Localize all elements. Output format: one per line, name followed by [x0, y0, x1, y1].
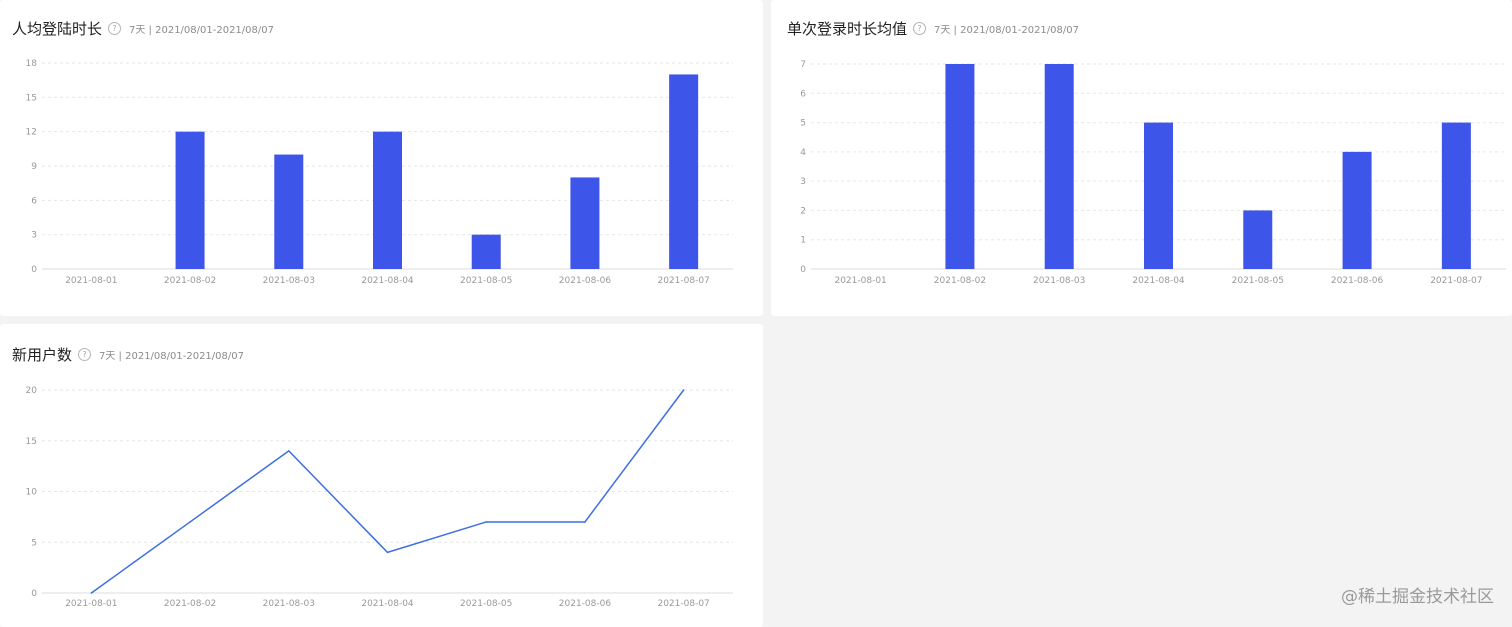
y-tick-label: 6 [31, 196, 37, 206]
chart-card-avg-login-duration: 人均登陆时长 ? 7天 | 2021/08/01-2021/08/07 0369… [0, 0, 763, 316]
y-tick-label: 0 [31, 265, 37, 275]
bar [373, 131, 402, 269]
bar [1342, 151, 1372, 269]
x-tick-label: 2021-08-03 [263, 276, 315, 286]
bar-chart: 0 3 6 9 12 15 18 2021-08-01 2021-08-02 2021-08-03… [26, 59, 733, 286]
x-tick-label: 2021-08-05 [460, 599, 512, 609]
y-tick-label: 3 [800, 177, 806, 187]
bar [1044, 64, 1074, 269]
bar [1144, 122, 1173, 269]
y-tick-label: 5 [31, 538, 37, 548]
y-tick-label: 6 [800, 89, 806, 99]
chart-card-new-users: 新用户数 ? 7天 | 2021/08/01-2021/08/07 0 5 10 15… [0, 324, 763, 627]
chart-card-avg-session-duration: 单次登录时长均值 ? 7天 | 2021/08/01-2021/08/07 01… [771, 0, 1512, 316]
y-tick-label: 0 [800, 265, 806, 275]
data-point [90, 592, 93, 594]
data-point [189, 521, 191, 523]
bar [1441, 122, 1471, 269]
x-tick-label: 2021-08-01 [834, 276, 886, 286]
y-tick-label: 15 [26, 437, 37, 447]
y-tick-label: 20 [26, 386, 38, 396]
x-tick-label: 2021-08-01 [65, 276, 117, 286]
y-tick-label: 0 [31, 589, 37, 599]
x-tick-label: 2021-08-04 [361, 599, 414, 609]
x-tick-label: 2021-08-02 [164, 599, 216, 609]
y-tick-label: 5 [800, 119, 806, 129]
x-tick-label: 2021-08-06 [559, 599, 612, 609]
x-tick-label: 2021-08-04 [1132, 276, 1185, 286]
x-tick-label: 2021-08-07 [1430, 276, 1482, 286]
x-tick-label: 2021-08-02 [164, 276, 216, 286]
bar [669, 74, 699, 269]
bar [274, 154, 304, 269]
y-tick-label: 4 [800, 148, 806, 158]
bar [945, 64, 975, 269]
line-chart: 0 5 10 15 20 2021-08-01 2021-08-02 2021-08-03 20… [26, 386, 733, 609]
bar [1243, 210, 1273, 269]
x-tick-label: 2021-08-04 [361, 276, 414, 286]
data-point [287, 450, 290, 452]
watermark: @稀土掘金技术社区 [1341, 587, 1494, 607]
y-tick-label: 18 [26, 59, 38, 69]
x-tick-label: 2021-08-07 [657, 599, 709, 609]
y-tick-label: 3 [31, 231, 37, 241]
x-tick-label: 2021-08-01 [65, 599, 117, 609]
bar [175, 131, 205, 269]
data-point [386, 551, 389, 554]
x-tick-label: 2021-08-06 [559, 276, 612, 286]
data-point [485, 521, 488, 523]
x-tick-label: 2021-08-02 [934, 276, 986, 286]
y-tick-label: 1 [800, 236, 806, 246]
x-tick-label: 2021-08-05 [1232, 276, 1284, 286]
bar-chart: 0 1 2 3 4 5 6 7 2021-08-01 2021-08-02 2021-08-03 20… [800, 60, 1506, 286]
y-tick-label: 10 [26, 488, 38, 498]
x-tick-label: 2021-08-03 [263, 599, 315, 609]
y-tick-label: 15 [26, 93, 37, 103]
y-tick-label: 2 [800, 206, 806, 216]
x-tick-label: 2021-08-06 [1331, 276, 1384, 286]
data-point [682, 389, 685, 391]
y-tick-label: 7 [800, 60, 806, 70]
bar [471, 234, 501, 269]
data-point [584, 521, 586, 523]
x-tick-label: 2021-08-07 [657, 276, 709, 286]
x-tick-label: 2021-08-03 [1033, 276, 1085, 286]
bar [570, 177, 600, 269]
x-tick-label: 2021-08-05 [460, 276, 512, 286]
y-tick-label: 9 [31, 162, 37, 172]
y-tick-label: 12 [26, 128, 37, 138]
